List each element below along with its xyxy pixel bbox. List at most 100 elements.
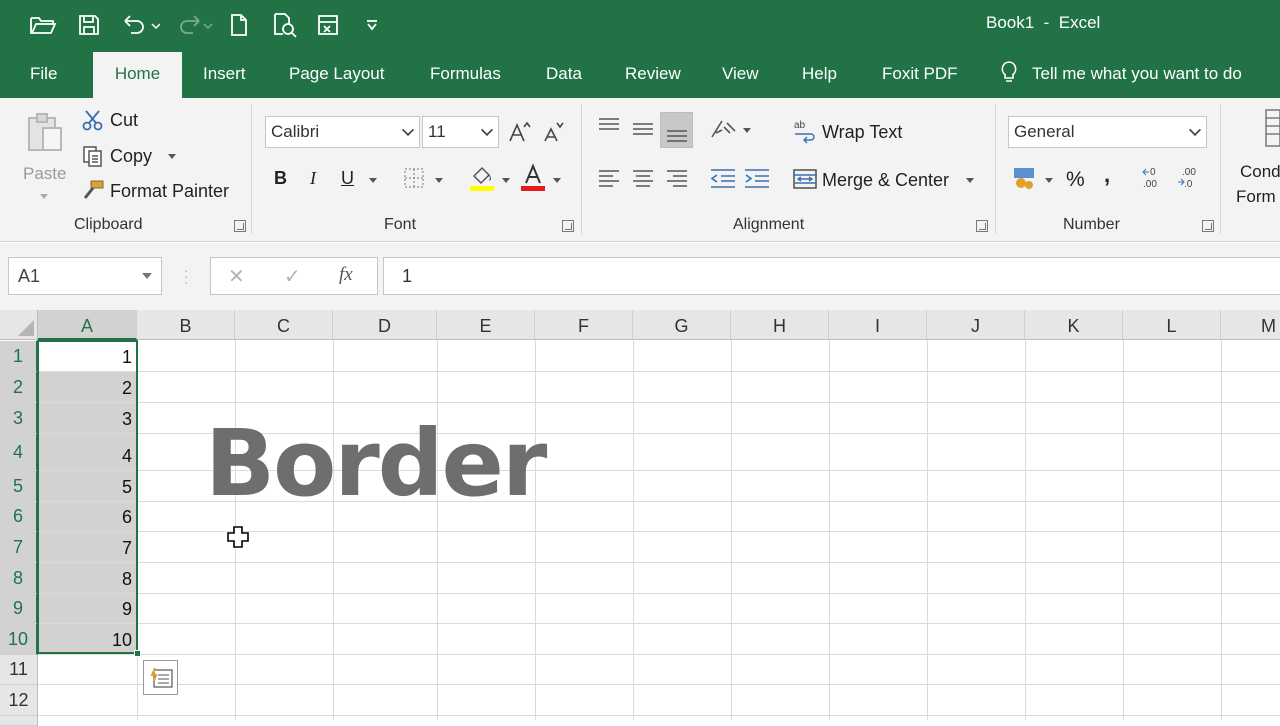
row-header-4[interactable]: 4	[0, 434, 38, 471]
column-header-g[interactable]: G	[633, 310, 731, 340]
column-header-i[interactable]: I	[829, 310, 927, 340]
decrease-indent-icon[interactable]	[708, 164, 738, 192]
cell-a10[interactable]: 10	[39, 624, 137, 654]
cell-a7[interactable]: 7	[39, 532, 137, 562]
cell-a6[interactable]: 6	[39, 502, 137, 531]
decrease-font-size-icon[interactable]	[541, 118, 565, 146]
paste-button[interactable]: Paste	[23, 164, 66, 184]
tell-me-box[interactable]: Tell me what you want to do	[1000, 50, 1242, 98]
save-icon[interactable]	[74, 11, 104, 39]
fill-handle[interactable]	[134, 650, 141, 657]
new-document-icon[interactable]	[226, 11, 252, 39]
borders-icon[interactable]	[402, 166, 426, 190]
undo-icon[interactable]	[118, 11, 162, 39]
underline-button[interactable]: U	[341, 168, 354, 189]
row-header-5[interactable]: 5	[0, 471, 38, 502]
print-preview-icon[interactable]	[270, 11, 300, 39]
align-left-icon[interactable]	[594, 164, 624, 192]
middle-align-icon[interactable]	[628, 114, 658, 144]
tab-review[interactable]: Review	[625, 50, 681, 98]
column-header-f[interactable]: F	[535, 310, 633, 340]
formula-input[interactable]: 1	[383, 257, 1280, 295]
paste-dropdown-caret[interactable]	[40, 194, 48, 199]
number-format-select[interactable]: General	[1008, 116, 1207, 148]
font-size-select[interactable]: 11	[422, 116, 499, 148]
format-painter-button[interactable]: Format Painter	[110, 181, 229, 202]
cell-a1[interactable]: 1	[39, 341, 137, 371]
tab-home[interactable]: Home	[93, 52, 182, 98]
tab-foxit-pdf[interactable]: Foxit PDF	[882, 50, 958, 98]
number-launcher-icon[interactable]	[1202, 220, 1214, 232]
cut-button[interactable]: Cut	[110, 110, 138, 131]
cell-a2[interactable]: 2	[39, 372, 137, 402]
row-header-13[interactable]	[0, 716, 38, 726]
orientation-dropdown-caret[interactable]	[743, 128, 751, 133]
worksheet-grid[interactable]: A B C D E F G H I J K L M 1 2 3 4 5 6 7 …	[0, 310, 1280, 726]
custom-form-icon[interactable]	[314, 11, 344, 39]
cell-a3[interactable]: 3	[39, 403, 137, 433]
column-header-j[interactable]: J	[927, 310, 1025, 340]
select-all-corner[interactable]	[0, 310, 38, 340]
fill-color-dropdown-caret[interactable]	[502, 178, 510, 183]
font-color-icon[interactable]	[519, 162, 547, 192]
column-header-c[interactable]: C	[235, 310, 333, 340]
column-header-d[interactable]: D	[333, 310, 437, 340]
column-header-b[interactable]: B	[137, 310, 235, 340]
column-header-l[interactable]: L	[1123, 310, 1221, 340]
conditional-formatting-icon[interactable]	[1260, 108, 1280, 148]
row-header-1[interactable]: 1	[0, 341, 38, 372]
paste-icon[interactable]	[20, 110, 70, 154]
tab-page-layout[interactable]: Page Layout	[289, 50, 384, 98]
tab-formulas[interactable]: Formulas	[430, 50, 501, 98]
row-header-8[interactable]: 8	[0, 563, 38, 594]
row-header-12[interactable]: 12	[0, 685, 38, 716]
comma-style-button[interactable]: ,	[1104, 162, 1110, 188]
conditional-formatting-line2[interactable]: Form	[1236, 187, 1276, 207]
cell-a9[interactable]: 9	[39, 594, 137, 623]
top-align-icon[interactable]	[594, 114, 624, 138]
fill-color-icon[interactable]	[468, 162, 496, 192]
cell-a8[interactable]: 8	[39, 563, 137, 593]
bold-button[interactable]: B	[274, 168, 287, 189]
tab-help[interactable]: Help	[802, 50, 837, 98]
font-launcher-icon[interactable]	[562, 220, 574, 232]
copy-button[interactable]: Copy	[110, 146, 152, 167]
row-header-7[interactable]: 7	[0, 532, 38, 563]
row-header-10[interactable]: 10	[0, 624, 38, 655]
wrap-text-button[interactable]: Wrap Text	[822, 122, 902, 143]
font-color-dropdown-caret[interactable]	[553, 178, 561, 183]
bottom-align-icon[interactable]	[660, 112, 693, 148]
percent-style-button[interactable]: %	[1066, 168, 1085, 192]
alignment-launcher-icon[interactable]	[976, 220, 988, 232]
column-header-k[interactable]: K	[1025, 310, 1123, 340]
column-header-h[interactable]: H	[731, 310, 829, 340]
merge-center-dropdown-caret[interactable]	[966, 178, 974, 183]
tab-file[interactable]: File	[30, 50, 57, 98]
italic-button[interactable]: I	[310, 168, 316, 189]
enter-icon[interactable]: ✓	[284, 264, 301, 289]
align-center-icon[interactable]	[628, 164, 658, 192]
tab-data[interactable]: Data	[546, 50, 582, 98]
borders-dropdown-caret[interactable]	[435, 178, 443, 183]
customize-qat-icon[interactable]	[360, 11, 384, 39]
column-header-a[interactable]: A	[38, 310, 137, 340]
insert-function-icon[interactable]: fx	[339, 264, 353, 286]
conditional-formatting-line1[interactable]: Cond	[1240, 162, 1280, 182]
column-header-e[interactable]: E	[437, 310, 535, 340]
cell-a5[interactable]: 5	[39, 471, 137, 501]
align-right-icon[interactable]	[662, 164, 692, 192]
row-header-2[interactable]: 2	[0, 372, 38, 403]
accounting-format-icon[interactable]	[1010, 164, 1040, 192]
clipboard-launcher-icon[interactable]	[234, 220, 246, 232]
increase-decimal-icon[interactable]: 0.00	[1140, 164, 1170, 192]
orientation-icon[interactable]	[708, 114, 740, 144]
copy-dropdown-caret[interactable]	[168, 154, 176, 159]
row-header-6[interactable]: 6	[0, 502, 38, 532]
cell-a4[interactable]: 4	[39, 434, 137, 470]
quick-analysis-button[interactable]	[143, 660, 178, 695]
decrease-decimal-icon[interactable]: .00.0	[1176, 164, 1206, 192]
merge-center-button[interactable]: Merge & Center	[822, 170, 949, 191]
cancel-icon[interactable]: ✕	[228, 264, 245, 289]
accounting-dropdown-caret[interactable]	[1045, 178, 1053, 183]
underline-dropdown-caret[interactable]	[369, 178, 377, 183]
